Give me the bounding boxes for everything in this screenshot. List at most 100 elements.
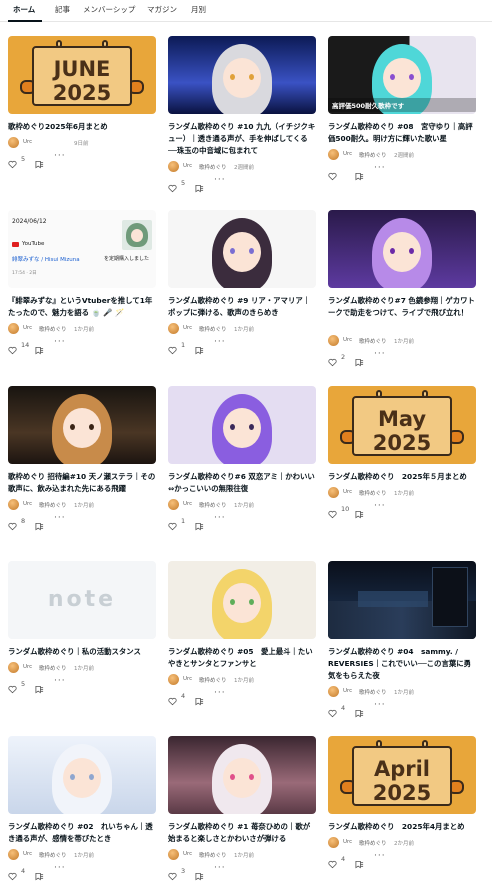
- heart-icon[interactable]: [328, 504, 337, 519]
- article-title[interactable]: ランダム歌枠めぐり #08 宮守ゆり｜高評価500耐久。明け方に輝いた歌い星: [328, 121, 476, 145]
- magazine-add-icon[interactable]: [355, 166, 364, 181]
- article-thumbnail[interactable]: 高評価500耐久歌枠です: [328, 36, 476, 114]
- magazine-add-icon[interactable]: [355, 703, 364, 718]
- magazine-add-icon[interactable]: [35, 866, 44, 881]
- tab-monthly[interactable]: 月別: [191, 4, 206, 15]
- magazine-add-icon[interactable]: [195, 691, 204, 706]
- heart-icon[interactable]: [8, 154, 17, 169]
- article-thumbnail[interactable]: [168, 386, 316, 464]
- article-thumbnail[interactable]: [328, 210, 476, 288]
- heart-icon[interactable]: [8, 866, 17, 881]
- tab-home[interactable]: ホーム: [13, 4, 35, 15]
- tab-magazine[interactable]: マガジン: [147, 4, 177, 15]
- magazine-name[interactable]: 歌枠めぐり: [39, 501, 67, 509]
- article-title[interactable]: ランダム歌枠めぐり 2025年５月まとめ: [328, 471, 476, 483]
- author-name[interactable]: Urc: [23, 501, 32, 507]
- avatar[interactable]: [328, 686, 339, 697]
- magazine-add-icon[interactable]: [355, 352, 364, 367]
- article-thumbnail[interactable]: [168, 210, 316, 288]
- magazine-name[interactable]: 歌枠めぐり: [359, 839, 387, 847]
- magazine-add-icon[interactable]: [355, 854, 364, 869]
- heart-icon[interactable]: [168, 340, 177, 355]
- magazine-name[interactable]: 歌枠めぐり: [39, 664, 67, 672]
- more-options-icon[interactable]: ···: [214, 688, 226, 698]
- article-title[interactable]: ランダム歌枠めぐり｜私の活動スタンス: [8, 646, 156, 658]
- author-name[interactable]: Urc: [343, 688, 352, 694]
- magazine-name[interactable]: 歌枠めぐり: [39, 851, 67, 859]
- magazine-name[interactable]: 歌枠めぐり: [199, 501, 227, 509]
- tab-membership[interactable]: メンバーシップ: [83, 4, 135, 15]
- magazine-add-icon[interactable]: [195, 516, 204, 531]
- article-thumbnail[interactable]: JUNE 2025: [8, 36, 156, 114]
- avatar[interactable]: [8, 323, 19, 334]
- more-options-icon[interactable]: ···: [214, 513, 226, 523]
- article-thumbnail[interactable]: [8, 736, 156, 814]
- article-title[interactable]: 歌枠めぐり2025年6月まとめ: [8, 121, 156, 133]
- heart-icon[interactable]: [168, 866, 177, 881]
- heart-icon[interactable]: [328, 352, 337, 367]
- article-thumbnail[interactable]: [8, 386, 156, 464]
- article-title[interactable]: ランダム歌枠めぐり #02 れいちゃん｜透き通る声が、感情を帯びたとき: [8, 821, 156, 845]
- heart-icon[interactable]: [168, 178, 177, 193]
- avatar[interactable]: [328, 335, 339, 346]
- author-name[interactable]: Urc: [183, 676, 192, 682]
- article-thumbnail[interactable]: note: [8, 561, 156, 639]
- more-options-icon[interactable]: ···: [374, 349, 386, 359]
- article-title[interactable]: ランダム歌枠めぐり #1 苺奈ひめの｜歌が始まると楽しさとかわいさが弾ける: [168, 821, 316, 845]
- heart-icon[interactable]: [8, 340, 17, 355]
- magazine-add-icon[interactable]: [355, 504, 364, 519]
- avatar[interactable]: [8, 137, 19, 148]
- author-name[interactable]: Urc: [343, 489, 352, 495]
- avatar[interactable]: [328, 149, 339, 160]
- magazine-add-icon[interactable]: [35, 516, 44, 531]
- article-title[interactable]: ランダム歌枠めぐり #10 九九（イチジクキュー）｜透き通る声が、手を伸ばしてく…: [168, 121, 316, 157]
- heart-icon[interactable]: [328, 166, 337, 181]
- magazine-name[interactable]: 歌枠めぐり: [359, 151, 387, 159]
- more-options-icon[interactable]: ···: [214, 337, 226, 347]
- more-options-icon[interactable]: ···: [54, 676, 66, 686]
- heart-icon[interactable]: [328, 854, 337, 869]
- avatar[interactable]: [8, 849, 19, 860]
- more-options-icon[interactable]: ···: [374, 851, 386, 861]
- avatar[interactable]: [168, 161, 179, 172]
- article-thumbnail[interactable]: May 2025: [328, 386, 476, 464]
- author-name[interactable]: Urc: [183, 163, 192, 169]
- author-name[interactable]: Urc: [23, 139, 32, 145]
- magazine-name[interactable]: 歌枠めぐり: [199, 163, 227, 171]
- author-name[interactable]: Urc: [23, 851, 32, 857]
- avatar[interactable]: [8, 662, 19, 673]
- more-options-icon[interactable]: ···: [214, 863, 226, 873]
- heart-icon[interactable]: [8, 516, 17, 531]
- more-options-icon[interactable]: ···: [54, 513, 66, 523]
- avatar[interactable]: [8, 499, 19, 510]
- more-options-icon[interactable]: ···: [214, 175, 226, 185]
- author-name[interactable]: Urc: [183, 851, 192, 857]
- author-name[interactable]: Urc: [183, 325, 192, 331]
- article-title[interactable]: 歌枠めぐり 招待編#10 天ノ瀬ステラ｜その歌声に、飲み込まれた先にある飛躍: [8, 471, 156, 495]
- magazine-add-icon[interactable]: [35, 679, 44, 694]
- more-options-icon[interactable]: ···: [374, 163, 386, 173]
- article-title[interactable]: ランダム歌枠めぐり #04 sammy. / REVERSIES｜これでいい──…: [328, 646, 476, 682]
- article-thumbnail[interactable]: [168, 36, 316, 114]
- magazine-add-icon[interactable]: [35, 154, 44, 169]
- author-name[interactable]: Urc: [343, 337, 352, 343]
- article-title[interactable]: ランダム歌枠めぐり #05 愛上最斗｜たいやきとサンタとファンサと: [168, 646, 316, 670]
- article-thumbnail[interactable]: [168, 561, 316, 639]
- heart-icon[interactable]: [168, 691, 177, 706]
- more-options-icon[interactable]: ···: [54, 151, 66, 161]
- tab-articles[interactable]: 記事: [55, 4, 70, 15]
- more-options-icon[interactable]: ···: [54, 337, 66, 347]
- magazine-add-icon[interactable]: [195, 340, 204, 355]
- avatar[interactable]: [328, 837, 339, 848]
- heart-icon[interactable]: [8, 679, 17, 694]
- article-title[interactable]: ランダム歌枠めぐり 2025年4月まとめ: [328, 821, 476, 833]
- magazine-name[interactable]: 歌枠めぐり: [359, 337, 387, 345]
- author-name[interactable]: Urc: [183, 501, 192, 507]
- avatar[interactable]: [168, 849, 179, 860]
- avatar[interactable]: [328, 487, 339, 498]
- magazine-name[interactable]: 歌枠めぐり: [199, 325, 227, 333]
- author-name[interactable]: Urc: [23, 325, 32, 331]
- article-title[interactable]: ランダム歌枠めぐり#6 双恋アミ｜かわいい⇔かっこいいの無限往復: [168, 471, 316, 495]
- magazine-name[interactable]: 歌枠めぐり: [39, 325, 67, 333]
- avatar[interactable]: [168, 323, 179, 334]
